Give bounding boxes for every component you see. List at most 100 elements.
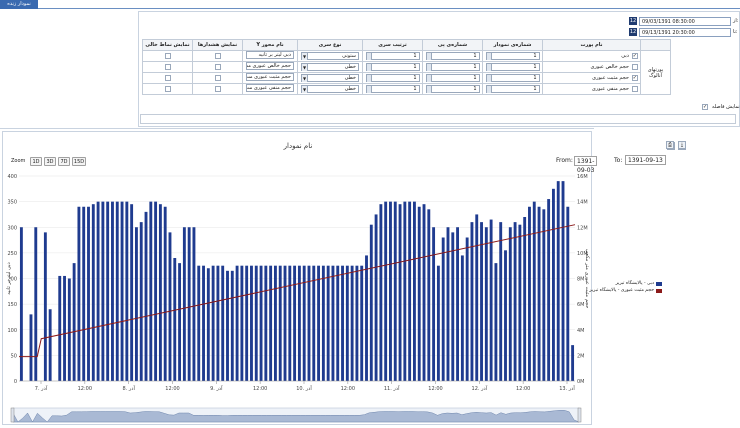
spinner-icon[interactable] — [426, 75, 432, 82]
from-calendar-icon[interactable]: 12 — [629, 17, 637, 25]
series-order-stepper[interactable]: 1 — [365, 74, 420, 82]
spinner-icon[interactable] — [366, 64, 372, 71]
show-empty-points-checkbox[interactable] — [164, 85, 171, 92]
bar — [504, 250, 507, 381]
show-alarms-checkbox[interactable] — [214, 52, 221, 59]
bar — [518, 224, 522, 381]
zoom-15d-button[interactable]: 15D — [72, 157, 86, 166]
spinner-icon[interactable] — [426, 53, 432, 60]
y-axis-input[interactable]: حجم منفی عبوری مت — [246, 84, 294, 92]
series-type-select[interactable]: ▼ خطی — [301, 63, 359, 71]
bar — [34, 227, 38, 381]
port-checkbox[interactable] — [632, 86, 638, 92]
series-type-select[interactable]: ▼ خطی — [301, 85, 359, 93]
chevron-down-icon[interactable]: ▼ — [302, 86, 308, 93]
from-label: From: — [556, 157, 573, 164]
spinner-icon[interactable] — [366, 75, 372, 82]
y-tick-label: 400 — [7, 174, 17, 180]
p-number-stepper[interactable]: 1 — [425, 52, 480, 60]
port-checkbox[interactable]: ✓ — [632, 75, 638, 81]
chevron-down-icon[interactable]: ▼ — [302, 53, 308, 60]
chart-number-stepper[interactable]: 1 — [485, 85, 540, 93]
export-icon[interactable]: ⤓ — [678, 141, 686, 149]
bar — [134, 227, 138, 381]
series-order-stepper[interactable]: 1 — [365, 85, 420, 93]
series-type-select[interactable]: ▼ ستونی — [301, 52, 359, 60]
y-tick-label: 300 — [7, 225, 17, 231]
legend-item[interactable]: دبی - پالایشگاه تبریز — [592, 280, 662, 287]
show-empty-points-checkbox[interactable] — [164, 52, 171, 59]
show-alarms-checkbox[interactable] — [214, 63, 221, 70]
alarms-cell — [192, 50, 243, 62]
y-axis-input[interactable]: دبی لیتر بر ثانیه — [246, 51, 294, 59]
to-range-input[interactable]: 1391-09-13 — [625, 155, 666, 165]
series-type-select[interactable]: ▼ خطی — [301, 74, 359, 82]
tab-live-chart[interactable]: نمودار زنده — [0, 0, 38, 9]
chart-number-stepper[interactable]: 1 — [485, 63, 540, 71]
spinner-icon[interactable] — [486, 64, 492, 71]
bar — [111, 201, 114, 381]
port-checkbox[interactable] — [632, 64, 638, 70]
legend-item[interactable]: حجم مثبت عبوری - پالایشگاه تبریز — [589, 287, 662, 294]
bar — [432, 227, 436, 381]
x-tick-label: 11. آذر — [384, 385, 400, 392]
bar — [403, 201, 407, 381]
x-tick-label: 12:00 — [78, 386, 92, 392]
spinner-icon[interactable] — [426, 86, 432, 93]
header-port-name: نام پورت — [542, 39, 641, 51]
p-number-stepper[interactable]: 1 — [425, 63, 480, 71]
spinner-icon[interactable] — [426, 64, 432, 71]
show-alarms-checkbox[interactable] — [214, 74, 221, 81]
bottom-input-bar[interactable] — [140, 114, 736, 124]
p-number-stepper[interactable]: 1 — [425, 74, 480, 82]
chart-number-cell: 1 — [482, 72, 543, 84]
port-name-label: حجم منفی عبوری — [591, 86, 629, 92]
spinner-icon[interactable] — [366, 86, 372, 93]
bar — [566, 206, 570, 381]
bar — [480, 222, 483, 381]
chevron-down-icon[interactable]: ▼ — [302, 64, 308, 71]
chevron-down-icon[interactable]: ▼ — [302, 75, 308, 82]
show-interval-checkbox[interactable]: ✓ — [702, 104, 708, 110]
p-number-stepper[interactable]: 1 — [425, 85, 480, 93]
zoom-1d-button[interactable]: 1D — [30, 157, 42, 166]
p-number-value: 1 — [473, 64, 477, 70]
spinner-icon[interactable] — [366, 53, 372, 60]
chart-number-stepper[interactable]: 1 — [485, 74, 540, 82]
y-axis-input[interactable]: حجم خالص عبوری مت — [246, 62, 294, 70]
bar — [235, 265, 239, 381]
spinner-icon[interactable] — [486, 75, 492, 82]
bar — [154, 201, 158, 381]
navigator-strip[interactable] — [3, 402, 591, 424]
from-range-input[interactable]: 1391-09-03 — [574, 156, 598, 174]
bar — [393, 201, 397, 381]
show-interval-label: نمایش فاصله — [712, 104, 740, 110]
top-bar: نمودار زنده — [0, 0, 740, 9]
x-tick-label: 9. آذر — [210, 385, 223, 392]
bar — [489, 219, 493, 381]
spinner-icon[interactable] — [486, 86, 492, 93]
print-icon-outer[interactable]: ⎙ — [666, 141, 674, 149]
series-order-stepper[interactable]: 1 — [365, 63, 420, 71]
spinner-icon[interactable] — [486, 53, 492, 60]
to-date-input[interactable]: 09/13/1391 20:30:00 — [639, 28, 731, 37]
show-empty-points-checkbox[interactable] — [164, 74, 171, 81]
show-empty-points-checkbox[interactable] — [164, 63, 171, 70]
chart-number-stepper[interactable]: 1 — [485, 52, 540, 60]
show-alarms-checkbox[interactable] — [214, 85, 221, 92]
to-calendar-icon[interactable]: 12 — [629, 28, 637, 36]
bar — [451, 232, 455, 381]
zoom-7d-button[interactable]: 7D — [58, 157, 70, 166]
port-checkbox[interactable]: ✓ — [632, 53, 638, 59]
bar — [149, 201, 153, 381]
series-type-value: خطی — [344, 64, 356, 70]
y-axis-input[interactable]: حجم مثبت عبوری مت — [246, 73, 294, 81]
zoom-3d-button[interactable]: 3D — [44, 157, 56, 166]
y-tick-label: 0 — [14, 379, 17, 385]
bar — [96, 201, 100, 381]
left-axis-title: دبی لیتر بر ثانیه — [6, 262, 12, 295]
series-order-stepper[interactable]: 1 — [365, 52, 420, 60]
x-tick-label: 12:00 — [341, 386, 355, 392]
y2-tick-label: 4M — [577, 328, 585, 334]
from-date-input[interactable]: 09/03/1391 08:30:00 — [639, 17, 731, 26]
